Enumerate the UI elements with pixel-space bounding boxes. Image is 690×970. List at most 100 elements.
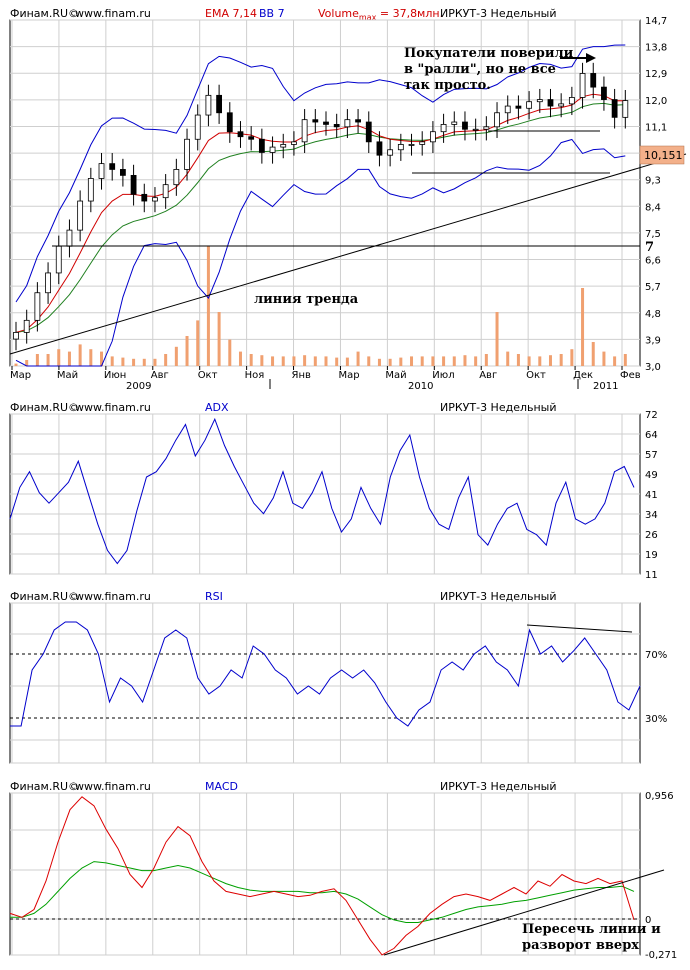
candle-body — [66, 229, 73, 247]
volume-bar — [196, 320, 200, 366]
price-ytick-label: 8,4 — [645, 202, 661, 213]
volume-bar — [613, 356, 617, 366]
candle-body — [355, 119, 361, 123]
volume-bar — [206, 246, 210, 366]
price-y-axis: 14,713,812,912,011,110,29,38,47,56,65,74… — [645, 16, 667, 373]
candle-body — [109, 163, 116, 170]
volume-bar — [271, 356, 275, 366]
candle-body — [440, 124, 447, 133]
volume-bar — [527, 356, 531, 366]
candle-body — [344, 119, 351, 128]
support-level-label: 7 — [645, 240, 654, 255]
volume-bar — [367, 356, 371, 366]
volume-bar — [559, 354, 563, 366]
volume-bar — [46, 354, 50, 366]
volume-bar — [474, 356, 478, 366]
macd-panel: Финам.RU© www.finam.ru MACD ИРКУТ-3 Неде… — [9, 780, 677, 961]
annotation-trend: линия тренда — [254, 292, 359, 307]
volume-bar — [431, 356, 435, 366]
volume-bar — [292, 356, 296, 366]
candle-body — [365, 121, 372, 143]
candle-body — [483, 126, 490, 130]
candle-body — [152, 197, 158, 202]
price-month-label: Мар — [10, 370, 31, 381]
volume-bar — [506, 351, 510, 366]
volume-bar — [110, 356, 114, 366]
price-month-label: Авг — [151, 370, 169, 381]
candle-body — [141, 193, 148, 202]
price-month-label: Окт — [526, 370, 546, 381]
price-month-label: Май — [385, 370, 406, 381]
price-month-label: Окт — [198, 370, 218, 381]
rsi-brand: Финам.RU© — [10, 590, 79, 603]
macd-brand: Финам.RU© — [10, 780, 79, 793]
volume-bar — [121, 357, 125, 366]
volume-bar — [495, 312, 499, 366]
price-ema-label: EMA 7,14 — [205, 7, 257, 20]
candle-body — [216, 94, 223, 114]
candle-body — [184, 138, 190, 170]
price-ytick-label: 4,8 — [645, 309, 661, 320]
volume-bar — [570, 349, 574, 366]
candle-body — [590, 73, 597, 88]
volume-bar — [335, 357, 339, 366]
candle-body — [547, 99, 554, 107]
volume-bar — [538, 356, 542, 366]
price-ytick-label: 6,6 — [645, 256, 661, 267]
price-month-label: Июн — [104, 370, 126, 381]
volume-bar — [260, 355, 264, 366]
volume-bar — [548, 355, 552, 366]
candle-body — [98, 163, 105, 179]
volume-bar — [442, 356, 446, 366]
volume-bar — [303, 355, 307, 366]
volume-bar — [228, 339, 232, 366]
price-month-label: Авг — [479, 370, 497, 381]
volume-bar — [345, 357, 349, 366]
candle-body — [87, 178, 94, 202]
macd-indicator-label: MACD — [205, 780, 238, 793]
candle-body — [387, 149, 394, 156]
price-ytick-label: 13,8 — [645, 43, 667, 54]
volume-bar — [89, 349, 93, 366]
price-ytick-label: 5,7 — [645, 282, 661, 293]
annotation-buyers-1: Покупатели поверили — [404, 46, 574, 61]
volume-bar — [174, 346, 178, 366]
candle-body — [397, 144, 404, 151]
candle-body — [323, 121, 329, 125]
adx-ytick-label: 72 — [645, 410, 658, 421]
price-month-label: Июл — [432, 370, 454, 381]
candle-body — [77, 200, 84, 231]
candle-body — [419, 141, 426, 145]
price-site: www.finam.ru — [75, 7, 151, 20]
macd-site: www.finam.ru — [75, 780, 151, 793]
price-month-label: Дек — [573, 370, 593, 381]
candle-body — [205, 94, 212, 116]
price-tag: 10,151 — [644, 149, 683, 162]
price-ytick-label: 3,0 — [645, 362, 661, 373]
rsi-level-70-label: 70% — [645, 650, 667, 661]
macd-ticker: ИРКУТ-3 Недельный — [440, 780, 557, 793]
candle-body — [429, 131, 436, 143]
candle-body — [226, 112, 233, 133]
candle-body — [162, 184, 169, 199]
volume-bar — [78, 344, 82, 366]
volume-bar — [324, 356, 328, 366]
macd-annotation-2: разворот вверх — [522, 938, 639, 953]
price-ytick-label: 12,9 — [645, 69, 667, 80]
price-month-label: Янв — [292, 370, 311, 381]
adx-ticker: ИРКУТ-3 Недельный — [440, 401, 557, 414]
volume-bar — [185, 336, 189, 366]
volume-bar — [281, 356, 285, 366]
volume-bar — [153, 358, 157, 366]
candle-body — [173, 169, 180, 186]
candle-body — [376, 141, 383, 156]
candle-body — [194, 114, 201, 140]
candle-body — [601, 86, 607, 100]
candle-body — [579, 73, 586, 98]
adx-ytick-label: 41 — [645, 490, 658, 501]
volume-bar — [410, 356, 414, 366]
candle-body — [504, 105, 511, 114]
volume-bar — [602, 351, 606, 366]
candle-body — [558, 103, 565, 107]
candle-body — [34, 292, 41, 321]
